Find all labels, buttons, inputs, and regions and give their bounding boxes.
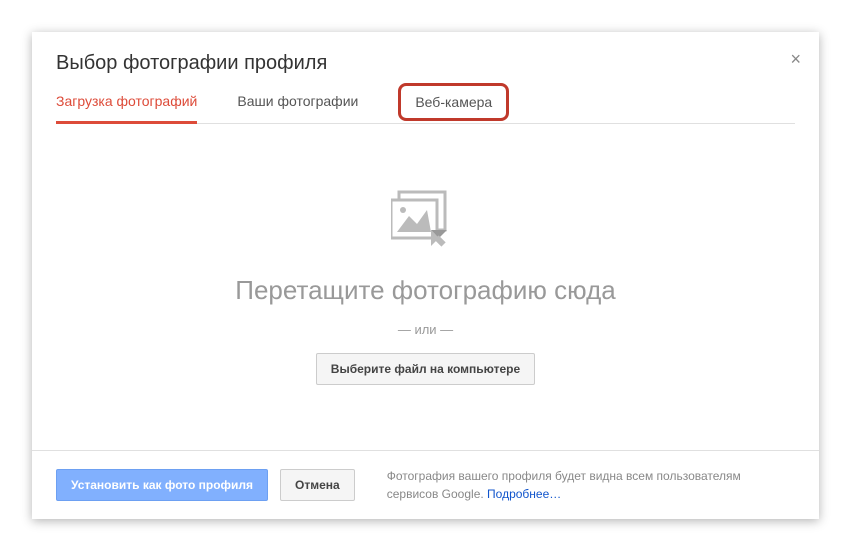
close-icon[interactable]: × [790, 50, 801, 68]
or-text: — или — [398, 322, 453, 337]
dialog-title: Выбор фотографии профиля [56, 52, 795, 75]
tabs-bar: Загрузка фотографий Ваши фотографии Веб-… [56, 93, 795, 124]
disclaimer-body: Фотография вашего профиля будет видна вс… [387, 469, 741, 501]
tab-upload[interactable]: Загрузка фотографий [56, 93, 197, 123]
disclaimer-text: Фотография вашего профиля будет видна вс… [387, 467, 795, 503]
dialog-header: Выбор фотографии профиля × Загрузка фото… [32, 32, 819, 124]
tab-your-photos[interactable]: Ваши фотографии [237, 93, 358, 123]
tab-webcam[interactable]: Веб-камера [398, 83, 509, 121]
drop-zone[interactable]: Перетащите фотографию сюда — или — Выбер… [32, 124, 819, 450]
drop-text: Перетащите фотографию сюда [235, 275, 615, 306]
set-profile-photo-button[interactable]: Установить как фото профиля [56, 469, 268, 501]
learn-more-link[interactable]: Подробнее… [487, 487, 561, 501]
profile-photo-dialog: Выбор фотографии профиля × Загрузка фото… [32, 32, 819, 519]
cancel-button[interactable]: Отмена [280, 469, 355, 501]
image-upload-icon [391, 190, 461, 255]
choose-file-button[interactable]: Выберите файл на компьютере [316, 353, 535, 385]
dialog-footer: Установить как фото профиля Отмена Фотог… [32, 450, 819, 519]
